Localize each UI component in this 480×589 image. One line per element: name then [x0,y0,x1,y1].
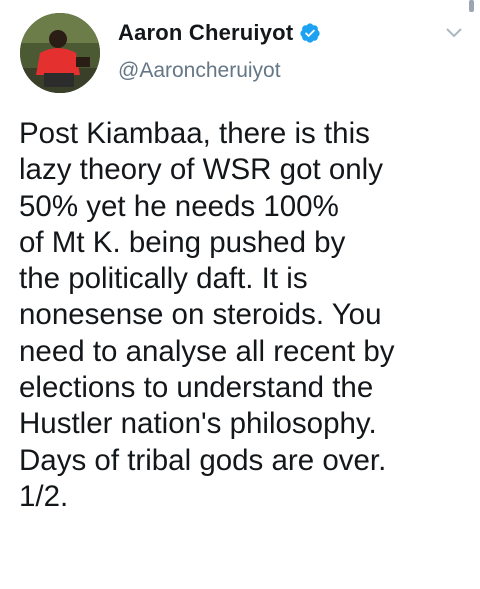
profile-photo [20,13,100,93]
author-handle[interactable]: @Aaroncheruiyot [118,59,281,83]
author-name-row: Aaron Cheruiyot [118,18,321,48]
scrollbar-thumb[interactable] [469,0,474,12]
author-display-name[interactable]: Aaron Cheruiyot [118,20,293,46]
verified-badge-icon [299,22,321,44]
chevron-down-icon[interactable] [443,24,465,42]
avatar[interactable] [20,13,100,93]
tweet-text: Post Kiambaa, there is this lazy theory … [19,117,395,513]
